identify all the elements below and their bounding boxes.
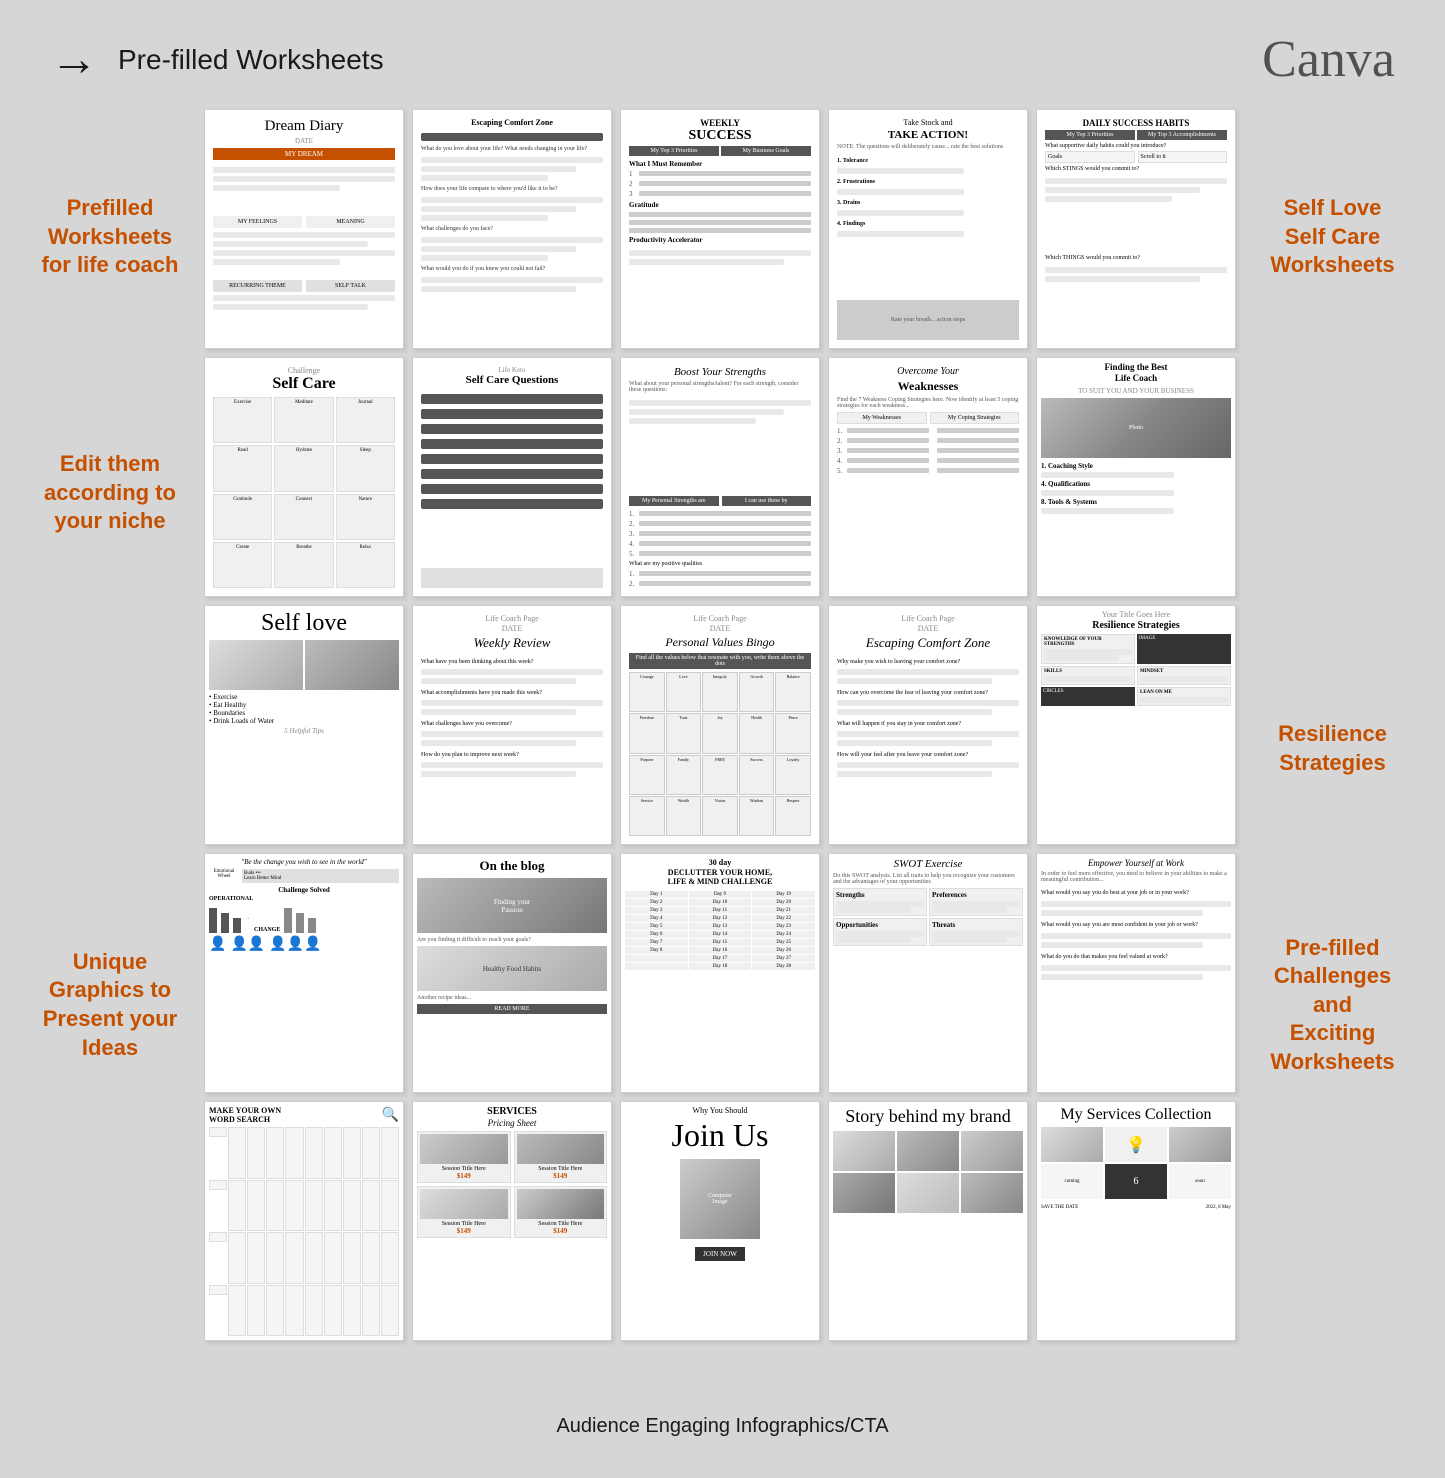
label-empty-right2 bbox=[1250, 365, 1415, 621]
arrow-icon: → bbox=[50, 32, 98, 87]
grid-row-5: MAKE YOUR OWNWORD SEARCH 🔍 bbox=[190, 1101, 1250, 1341]
card-empower[interactable]: Empower Yourself at Work In order to fee… bbox=[1036, 853, 1236, 1093]
card-word-search[interactable]: MAKE YOUR OWNWORD SEARCH 🔍 bbox=[204, 1101, 404, 1341]
card-boost-strengths[interactable]: Boost Your Strengths What about your per… bbox=[620, 357, 820, 597]
label-empty-left5 bbox=[30, 1133, 190, 1389]
card-personal-values[interactable]: Life Coach Page DATE Personal Values Bin… bbox=[620, 605, 820, 845]
grid-container: Dream Diary DATE MY DREAM MY FEELINGS ME… bbox=[190, 109, 1250, 1389]
label-unique: UniqueGraphics toPresent yourIdeas bbox=[30, 877, 190, 1133]
grid-row-3: Self love • Exercise• Eat Healthy• Bound… bbox=[190, 605, 1250, 845]
card-on-blog[interactable]: On the blog Finding yourPassion Are you … bbox=[412, 853, 612, 1093]
card-escaping-comfort[interactable]: Escaping Comfort Zone What do you love a… bbox=[412, 109, 612, 349]
grid-row-2: Challenge Self Care Exercise Meditate Jo… bbox=[190, 357, 1250, 597]
card-overcome-weaknesses[interactable]: Overcome Your Weaknesses Find the 7 Weak… bbox=[828, 357, 1028, 597]
card-selfcare-questions[interactable]: Life Keto Self Care Questions bbox=[412, 357, 612, 597]
label-empty-left3 bbox=[30, 621, 190, 877]
label-empty-right5 bbox=[1250, 1133, 1415, 1389]
card-swot[interactable]: SWOT Exercise Do this SWOT analysis. Lis… bbox=[828, 853, 1028, 1093]
card-my-collection[interactable]: My Services Collection 💡 coming 6 soon S… bbox=[1036, 1101, 1236, 1341]
card-take-action[interactable]: Take Stock and TAKE ACTION! NOTE: The qu… bbox=[828, 109, 1028, 349]
header-title: Pre-filled Worksheets bbox=[118, 44, 384, 76]
label-resilience-strategies: ResilienceStrategies bbox=[1250, 621, 1415, 877]
card-30day-challenge[interactable]: 30 dayDECLUTTER YOUR HOME,LIFE & MIND CH… bbox=[620, 853, 820, 1093]
label-edit: Edit themaccording toyour niche bbox=[30, 365, 190, 621]
card-join-us[interactable]: Why You Should Join Us ComputerImage JOI… bbox=[620, 1101, 820, 1341]
label-prefilled-challenges: Pre-filledChallengesandExcitingWorksheet… bbox=[1250, 877, 1415, 1133]
card-weekly-review[interactable]: Life Coach Page DATE Weekly Review What … bbox=[412, 605, 612, 845]
grid-row-4: "Be the change you wish to see in the wo… bbox=[190, 853, 1250, 1093]
page-wrapper: → Pre-filled Worksheets Canva PrefilledW… bbox=[0, 0, 1445, 1478]
grid-row-1: Dream Diary DATE MY DREAM MY FEELINGS ME… bbox=[190, 109, 1250, 349]
card-services[interactable]: SERVICES Pricing Sheet Session Title Her… bbox=[412, 1101, 612, 1341]
card-daily-success[interactable]: DAILY SUCCESS HABITS My Top 3 Priorities… bbox=[1036, 109, 1236, 349]
footer-text: Audience Engaging Infographics/CTA bbox=[30, 1405, 1415, 1448]
header: → Pre-filled Worksheets Canva bbox=[30, 30, 1415, 89]
card-weekly-success[interactable]: WEEKLY SUCCESS My Top 3 Priorities My Bu… bbox=[620, 109, 820, 349]
card-story-brand[interactable]: Story behind my brand bbox=[828, 1101, 1028, 1341]
label-prefilled: PrefilledWorksheetsfor life coach bbox=[30, 109, 190, 365]
card-self-love[interactable]: Self love • Exercise• Eat Healthy• Bound… bbox=[204, 605, 404, 845]
card-dream-diary[interactable]: Dream Diary DATE MY DREAM MY FEELINGS ME… bbox=[204, 109, 404, 349]
card-selfcare[interactable]: Challenge Self Care Exercise Meditate Jo… bbox=[204, 357, 404, 597]
label-selflove-selfcare: Self LoveSelf CareWorksheets bbox=[1250, 109, 1415, 365]
header-left: → Pre-filled Worksheets bbox=[50, 32, 384, 87]
main-layout: PrefilledWorksheetsfor life coach Edit t… bbox=[30, 109, 1415, 1389]
card-resilience-strategies[interactable]: Your Title Goes Here Resilience Strategi… bbox=[1036, 605, 1236, 845]
right-labels: Self LoveSelf CareWorksheets ResilienceS… bbox=[1250, 109, 1415, 1389]
card-finding-coach[interactable]: Finding the BestLife Coach TO SUIT YOU A… bbox=[1036, 357, 1236, 597]
card-be-change[interactable]: "Be the change you wish to see in the wo… bbox=[204, 853, 404, 1093]
left-labels: PrefilledWorksheetsfor life coach Edit t… bbox=[30, 109, 190, 1389]
card-escaping-comfort2[interactable]: Life Coach Page DATE Escaping Comfort Zo… bbox=[828, 605, 1028, 845]
canva-logo: Canva bbox=[1262, 30, 1395, 89]
